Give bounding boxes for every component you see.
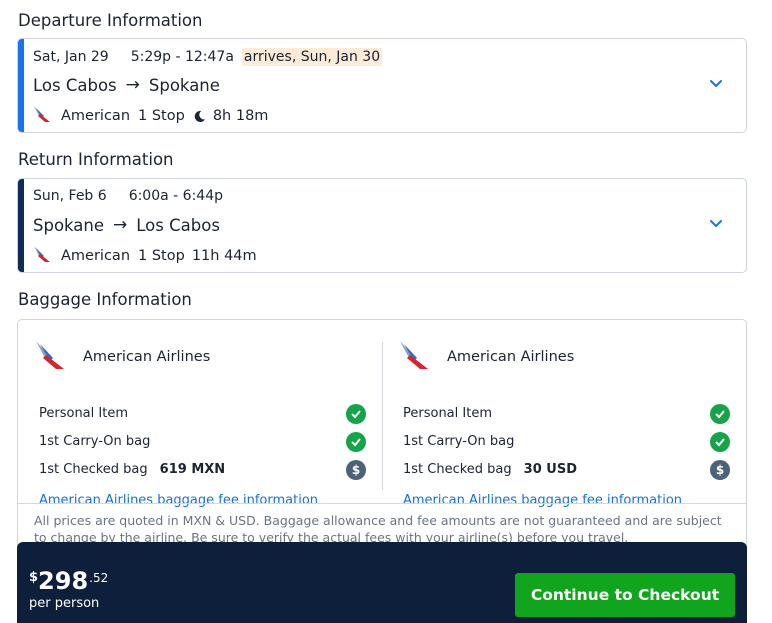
baggage-row: 1st Checked bag 619 MXN $ <box>39 459 366 480</box>
baggage-item-label: 1st Carry-On bag <box>39 434 151 449</box>
check-circle-icon <box>710 403 730 424</box>
american-airlines-logo-icon <box>33 245 53 267</box>
per-person-label: per person <box>29 596 100 611</box>
baggage-airline-name: American Airlines <box>447 349 575 365</box>
dollar-circle-icon: $ <box>710 459 730 480</box>
departure-times: 5:29p - 12:47a <box>130 49 234 65</box>
baggage-column: American Airlines Personal Item 1st Carr… <box>35 340 375 510</box>
return-flight-card[interactable]: Sun, Feb 6 6:00a - 6:44p Spokane → Los C… <box>17 178 747 273</box>
departure-date-row: Sat, Jan 29 5:29p - 12:47a arrives, Sun,… <box>33 48 383 66</box>
baggage-item-label: 1st Checked bag <box>39 462 148 477</box>
baggage-column: American Airlines Personal Item 1st Carr… <box>399 340 739 510</box>
baggage-item-label: 1st Checked bag <box>403 462 512 477</box>
departure-origin: Los Cabos <box>33 75 117 95</box>
arrow-right-icon: → <box>113 215 128 235</box>
departure-details: American 1 Stop 8h 18m <box>33 105 268 127</box>
check-circle-icon <box>710 431 730 452</box>
check-circle-icon <box>346 431 366 452</box>
baggage-fee: 619 MXN <box>159 462 226 477</box>
baggage-info-panel: American Airlines Personal Item 1st Carr… <box>17 319 747 559</box>
return-airline: American <box>61 248 131 264</box>
baggage-row: 1st Checked bag 30 USD $ <box>403 459 730 480</box>
baggage-item-label: Personal Item <box>39 406 128 421</box>
check-circle-icon <box>346 403 366 424</box>
departure-duration: 8h 18m <box>212 108 269 124</box>
baggage-disclaimer: All prices are quoted in MXN & USD. Bagg… <box>34 513 722 545</box>
return-duration: 11h 44m <box>191 248 257 264</box>
baggage-row: 1st Carry-On bag <box>39 431 366 452</box>
departure-flight-card[interactable]: Sat, Jan 29 5:29p - 12:47a arrives, Sun,… <box>17 38 747 133</box>
chevron-down-icon[interactable] <box>708 75 724 91</box>
arrow-right-icon: → <box>125 75 140 95</box>
return-origin: Spokane <box>33 215 105 235</box>
return-times: 6:00a - 6:44p <box>128 188 223 204</box>
baggage-divider <box>18 503 746 504</box>
baggage-fee-info-link[interactable]: American Airlines baggage fee informatio… <box>39 493 318 508</box>
card-accent-bar <box>18 179 24 272</box>
price-currency-symbol: $ <box>29 570 39 585</box>
return-details: American 1 Stop 11h 44m <box>33 245 257 267</box>
baggage-item-label: 1st Carry-On bag <box>403 434 515 449</box>
return-stops: 1 Stop <box>138 248 185 264</box>
baggage-fee-info-link[interactable]: American Airlines baggage fee informatio… <box>403 493 682 508</box>
column-divider <box>382 342 383 490</box>
return-destination: Los Cabos <box>136 215 220 235</box>
departure-date: Sat, Jan 29 <box>33 49 109 65</box>
total-price: $ 298 .52 <box>29 568 108 594</box>
baggage-item-label: Personal Item <box>403 406 492 421</box>
departure-destination: Spokane <box>148 75 220 95</box>
baggage-section-title: Baggage Information <box>18 290 192 309</box>
continue-to-checkout-button[interactable]: Continue to Checkout <box>515 573 735 617</box>
departure-stops: 1 Stop <box>138 108 185 124</box>
baggage-airline-header: American Airlines <box>35 340 375 374</box>
return-date-row: Sun, Feb 6 6:00a - 6:44p <box>33 188 223 204</box>
return-date: Sun, Feb 6 <box>33 188 107 204</box>
checkout-footer: $ 298 .52 per person Continue to Checkou… <box>17 542 747 623</box>
american-airlines-logo-icon <box>33 105 53 127</box>
return-route: Spokane → Los Cabos <box>33 215 220 235</box>
american-airlines-logo-icon <box>399 340 431 374</box>
baggage-airline-header: American Airlines <box>399 340 739 374</box>
return-section-title: Return Information <box>18 150 174 169</box>
departure-airline: American <box>61 108 131 124</box>
baggage-airline-name: American Airlines <box>83 349 211 365</box>
baggage-row: Personal Item <box>403 403 730 424</box>
american-airlines-logo-icon <box>35 340 67 374</box>
price-cents: .52 <box>89 571 109 585</box>
departure-route: Los Cabos → Spokane <box>33 75 220 95</box>
dollar-circle-icon: $ <box>346 459 366 480</box>
baggage-row: Personal Item <box>39 403 366 424</box>
moon-icon <box>193 110 206 123</box>
baggage-fee: 30 USD <box>523 462 577 477</box>
card-accent-bar <box>18 39 24 132</box>
departure-section-title: Departure Information <box>18 11 203 30</box>
arrives-next-day-badge: arrives, Sun, Jan 30 <box>241 48 383 66</box>
chevron-down-icon[interactable] <box>708 215 724 231</box>
price-whole: 298 <box>38 567 89 595</box>
baggage-row: 1st Carry-On bag <box>403 431 730 452</box>
